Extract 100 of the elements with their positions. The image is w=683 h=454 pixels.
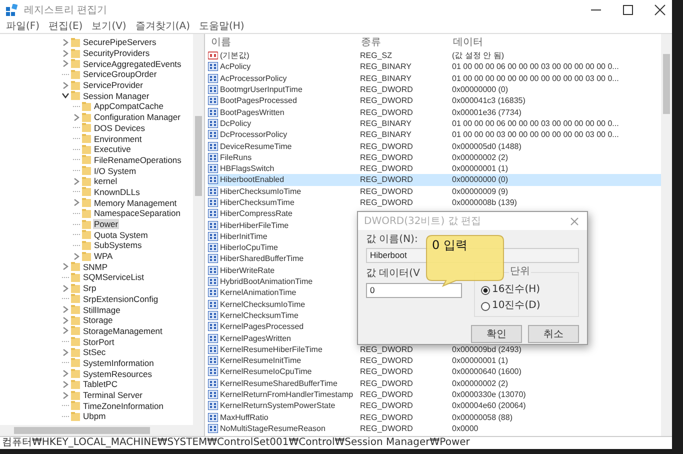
tree-item[interactable]: AppCompatCache <box>93 101 164 112</box>
input-field[interactable]: 0 <box>366 283 462 298</box>
value-name[interactable]: HybridBootAnimationTime <box>220 276 313 288</box>
value-name[interactable]: KernelPagesWritten <box>220 332 291 344</box>
value-name[interactable]: FileRuns <box>220 152 252 163</box>
tree-item[interactable]: SQMServiceList <box>82 272 145 282</box>
value-name[interactable]: HiberChecksumIoTime <box>220 186 302 197</box>
tree-item[interactable]: Configuration Manager <box>93 112 182 122</box>
scrollbar[interactable] <box>661 34 672 436</box>
value-name[interactable]: MaxHuffRatio <box>220 412 268 423</box>
expand-icon[interactable] <box>73 199 80 206</box>
tree-item[interactable]: DOS Devices <box>93 122 146 133</box>
value-name[interactable]: NoMultiStageResumeReason <box>220 422 326 434</box>
value-name[interactable]: HiberbootEnabled <box>220 174 284 186</box>
value-name[interactable]: (기본값) <box>220 50 250 62</box>
expand-icon[interactable] <box>62 316 69 324</box>
expand-icon[interactable] <box>62 380 69 388</box>
close-icon[interactable] <box>654 4 666 16</box>
tree-item[interactable]: SubSystems <box>93 240 143 250</box>
tree-item[interactable]: SNMP <box>82 262 109 272</box>
value-name[interactable]: AcPolicy <box>220 61 251 72</box>
tree-item[interactable]: TimeZoneInformation <box>82 400 164 411</box>
tree-item[interactable]: NamespaceSeparation <box>93 208 182 218</box>
tree-item[interactable]: Quota System <box>93 230 149 240</box>
value-name[interactable]: HiberSharedBufferTime <box>220 253 304 264</box>
column-header[interactable]: 이름 <box>208 36 231 48</box>
menu-item[interactable]: 보기(V) <box>92 20 126 32</box>
tree-item[interactable]: StorPort <box>82 336 116 347</box>
dialog-button[interactable]: 확인 <box>471 325 522 343</box>
column-header[interactable]: 종류 <box>358 36 381 48</box>
value-name[interactable]: KernelResumeSharedBufferTime <box>220 378 338 389</box>
value-name[interactable]: AcProcessorPolicy <box>220 72 287 84</box>
scrollbar[interactable] <box>193 34 204 425</box>
radio-option[interactable]: 10진수(D) <box>481 300 540 312</box>
value-name[interactable]: HiberIoCpuTime <box>220 242 278 254</box>
value-name[interactable]: KernelReturnSystemPowerState <box>220 400 336 412</box>
tree-item[interactable]: Environment <box>93 134 143 144</box>
selected-row[interactable]: HiberbootEnabled REG_DWORD 0x00000000 (0) <box>208 174 661 186</box>
tree-item[interactable]: Srp <box>82 283 98 294</box>
maximize-icon[interactable] <box>622 4 634 16</box>
value-name[interactable]: KernelResumeHiberFileTime <box>220 344 322 355</box>
column-header[interactable]: 데이터 <box>450 36 483 48</box>
tree-item[interactable]: SrpExtensionConfig <box>82 294 160 304</box>
tree-item[interactable]: Terminal Server <box>82 390 144 400</box>
value-name[interactable]: DcPolicy <box>220 118 252 129</box>
value-name[interactable]: HiberWriteRate <box>220 264 275 276</box>
tree-item[interactable]: FileRenameOperations <box>93 154 182 165</box>
value-name[interactable]: HiberChecksumTime <box>220 197 294 208</box>
tree-item[interactable]: Power <box>93 219 120 230</box>
expand-icon[interactable] <box>62 284 69 292</box>
menu-item[interactable]: 파일(F) <box>6 20 40 32</box>
expand-icon[interactable] <box>62 82 69 89</box>
value-name[interactable]: HiberCompressRate <box>220 208 292 220</box>
value-name[interactable]: KernelChecksumTime <box>220 310 298 321</box>
radio-option[interactable]: 16진수(H) <box>481 284 540 296</box>
value-name[interactable]: KernelChecksumIoTime <box>220 298 306 310</box>
menu-item[interactable]: 즐겨찾기(A) <box>135 20 190 32</box>
tree-item[interactable]: StillImage <box>82 304 122 315</box>
value-name[interactable]: KernelAnimationTime <box>220 287 296 298</box>
value-name[interactable]: BootPagesProcessed <box>220 95 297 106</box>
tree-item[interactable]: ServiceGroupOrder <box>82 69 158 80</box>
value-name[interactable]: HBFlagsSwitch <box>220 163 274 174</box>
expand-icon[interactable] <box>73 114 80 121</box>
menu-item[interactable]: 편집(E) <box>48 20 83 32</box>
tree-item[interactable]: SystemInformation <box>82 358 155 368</box>
value-name[interactable]: DeviceResumeTime <box>220 140 292 152</box>
tree-item[interactable]: Executive <box>93 144 132 154</box>
collapse-icon[interactable] <box>62 92 69 100</box>
expand-icon[interactable] <box>73 252 80 260</box>
value-name[interactable]: BootPagesWritten <box>220 106 284 118</box>
expand-icon[interactable] <box>62 370 69 378</box>
expand-icon[interactable] <box>62 392 69 399</box>
tree-item[interactable]: StSec <box>82 347 107 358</box>
expand-icon[interactable] <box>62 38 69 46</box>
tree-item[interactable]: Session Manager <box>82 90 150 101</box>
tree-item[interactable]: I/O System <box>93 166 138 176</box>
value-name[interactable]: HiberInitTime <box>220 230 268 242</box>
value-name[interactable]: DcProcessorPolicy <box>220 129 288 140</box>
tree-item[interactable]: SystemResources <box>82 368 153 379</box>
tree-item[interactable]: SecurePipeServers <box>82 37 158 48</box>
expand-icon[interactable] <box>62 263 69 270</box>
expand-icon[interactable] <box>62 50 69 57</box>
tree-item[interactable]: Storage <box>82 315 114 326</box>
value-name[interactable]: KernelReturnFromHandlerTimestamp <box>220 389 354 400</box>
tree-item[interactable]: ServiceProvider <box>82 80 144 90</box>
expand-icon[interactable] <box>73 178 80 185</box>
value-name[interactable]: KernelResumeInitTime <box>220 355 302 366</box>
tree-item[interactable]: Ubpm <box>82 411 107 422</box>
value-name[interactable]: KernelPagesProcessed <box>220 321 304 332</box>
expand-icon[interactable] <box>62 60 69 68</box>
tree-item[interactable]: ServiceAggregatedEvents <box>82 58 182 69</box>
tree-item[interactable]: StorageManagement <box>82 326 164 336</box>
tree-item[interactable]: KnownDLLs <box>93 186 141 197</box>
value-name[interactable]: HiberHiberFileTime <box>220 220 289 231</box>
expand-icon[interactable] <box>62 348 69 356</box>
dialog-button[interactable]: 취소 <box>528 325 579 343</box>
tree-item[interactable]: kernel <box>93 176 118 186</box>
tree-item[interactable]: Memory Management <box>93 198 178 208</box>
expand-icon[interactable] <box>62 306 69 314</box>
tree-item[interactable]: SecurityProviders <box>82 48 151 58</box>
